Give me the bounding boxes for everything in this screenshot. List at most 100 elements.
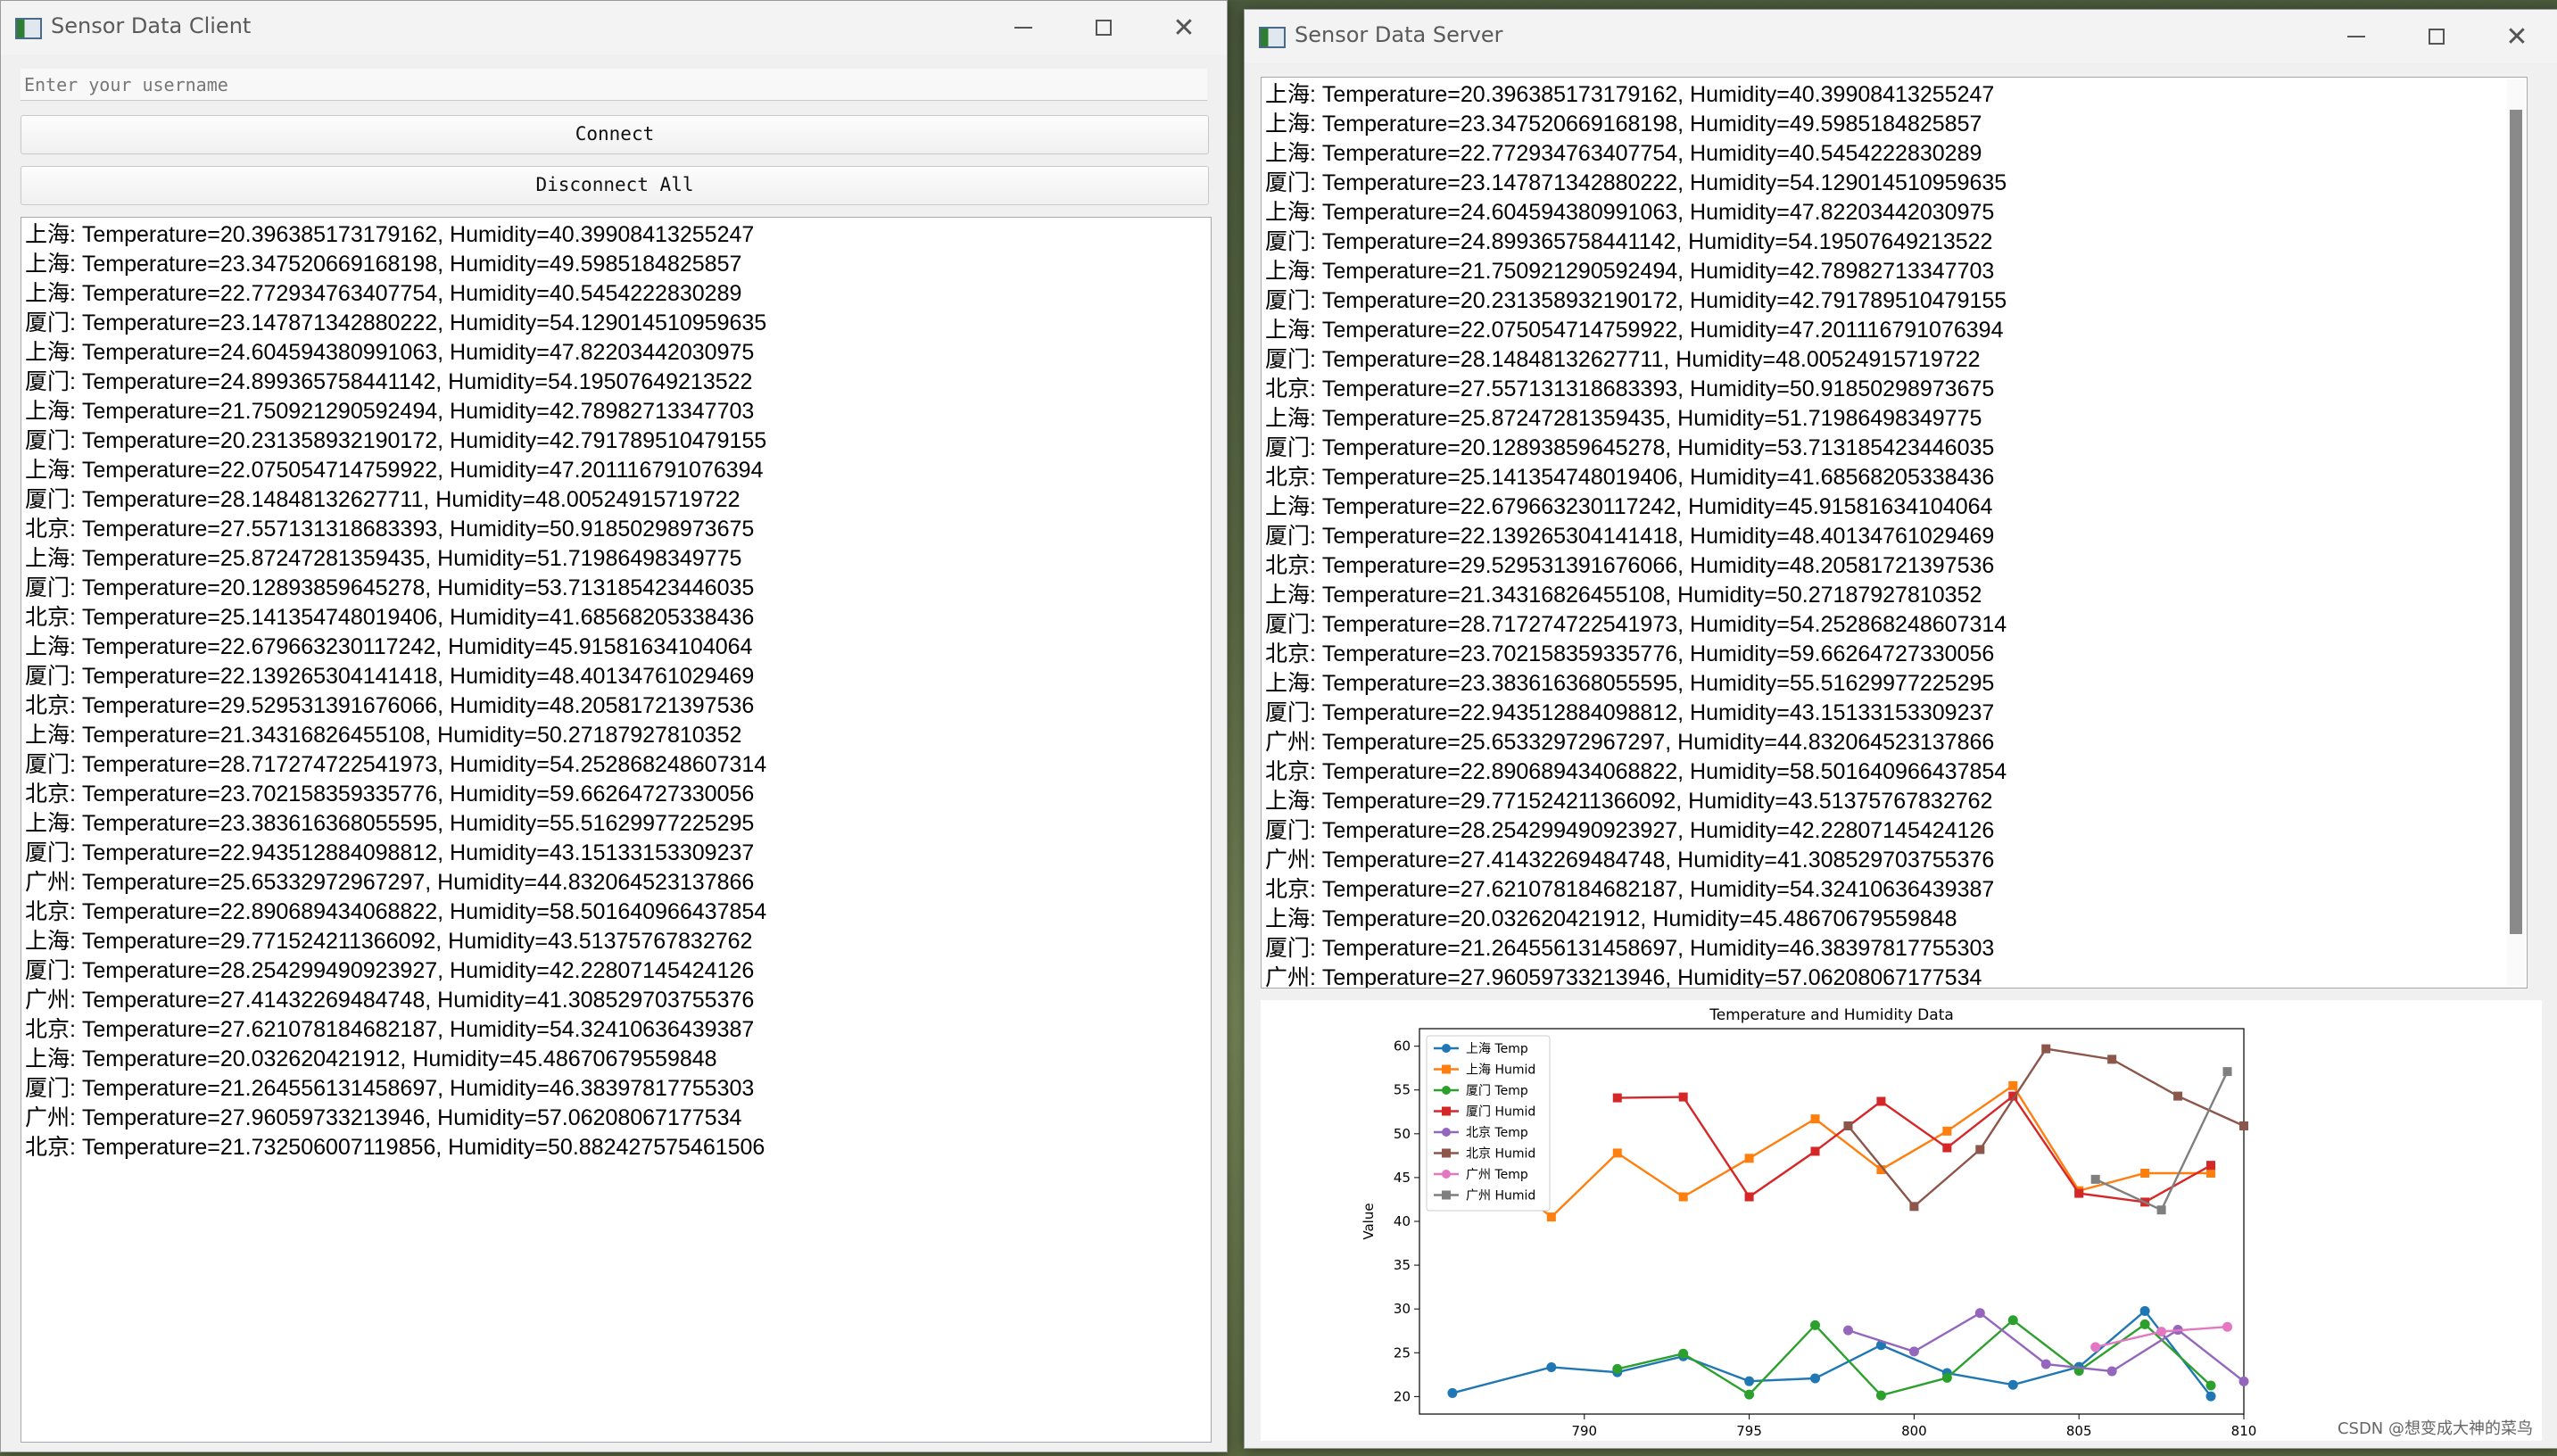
data-point bbox=[1612, 1148, 1622, 1158]
x-tick-label: 790 bbox=[1571, 1423, 1597, 1439]
legend-marker bbox=[1442, 1086, 1451, 1095]
x-tick-label: 805 bbox=[2066, 1423, 2092, 1439]
log-line: 上海: Temperature=22.075054714759922, Humi… bbox=[1265, 318, 2004, 343]
log-line: 北京: Temperature=23.702158359335776, Humi… bbox=[25, 782, 755, 807]
data-point bbox=[2239, 1121, 2248, 1130]
log-line: 北京: Temperature=29.529531391676066, Humi… bbox=[25, 693, 755, 718]
legend-label: 北京 Humid bbox=[1466, 1147, 1535, 1162]
log-line: 厦门: Temperature=28.14848132627711, Humid… bbox=[1265, 347, 1981, 372]
y-tick-label: 35 bbox=[1394, 1257, 1411, 1273]
data-point bbox=[2007, 1315, 2018, 1326]
data-point bbox=[1909, 1202, 1919, 1212]
log-line: 厦门: Temperature=22.943512884098812, Humi… bbox=[1265, 700, 1995, 725]
data-point bbox=[2206, 1169, 2216, 1178]
data-point bbox=[2238, 1376, 2249, 1386]
log-line: 北京: Temperature=25.141354748019406, Humi… bbox=[25, 605, 755, 630]
series-line bbox=[1848, 1311, 2245, 1383]
log-line: 上海: Temperature=21.750921290592494, Humi… bbox=[1265, 259, 1995, 284]
log-line: 上海: Temperature=20.396385173179162, Humi… bbox=[1265, 82, 1995, 107]
log-line: 上海: Temperature=23.347520669168198, Humi… bbox=[1265, 112, 1982, 136]
log-line: 北京: Temperature=22.890689434068822, Humi… bbox=[1265, 759, 2007, 784]
close-icon[interactable]: ✕ bbox=[2476, 10, 2557, 63]
client-titlebar[interactable]: Sensor Data Client ✕ bbox=[1, 1, 1227, 54]
log-line: 北京: Temperature=22.890689434068822, Humi… bbox=[25, 899, 767, 924]
log-line: 北京: Temperature=27.621078184682187, Humi… bbox=[25, 1017, 755, 1042]
log-line: 广州: Temperature=25.65332972967297, Humid… bbox=[25, 870, 755, 895]
data-point bbox=[1908, 1346, 1919, 1357]
data-point bbox=[2040, 1359, 2051, 1369]
data-point bbox=[1447, 1387, 1458, 1398]
client-window: Sensor Data Client ✕ Connect Disconnect … bbox=[0, 0, 1228, 1452]
app-icon bbox=[15, 18, 42, 39]
log-line: 上海: Temperature=22.772934763407754, Humi… bbox=[25, 281, 742, 306]
log-line: 上海: Temperature=22.075054714759922, Humi… bbox=[25, 458, 764, 483]
data-point bbox=[1678, 1192, 1688, 1202]
maximize-icon[interactable] bbox=[1063, 1, 1145, 54]
close-icon[interactable]: ✕ bbox=[1143, 1, 1225, 54]
log-line: 厦门: Temperature=28.717274722541973, Humi… bbox=[25, 752, 767, 777]
log-line: 北京: Temperature=27.557131318683393, Humi… bbox=[1265, 376, 1995, 401]
log-line: 北京: Temperature=25.141354748019406, Humi… bbox=[1265, 465, 1995, 490]
scrollbar-thumb[interactable] bbox=[2510, 110, 2522, 934]
minimize-icon[interactable] bbox=[982, 1, 1064, 54]
data-point bbox=[1744, 1154, 1754, 1163]
username-input[interactable] bbox=[21, 69, 1207, 101]
data-point bbox=[1546, 1361, 1557, 1372]
log-line: 北京: Temperature=27.557131318683393, Humi… bbox=[25, 517, 755, 542]
data-point bbox=[2139, 1319, 2150, 1329]
log-line: 上海: Temperature=25.87247281359435, Humid… bbox=[1265, 406, 1982, 431]
maximize-icon[interactable] bbox=[2396, 10, 2478, 63]
minimize-icon[interactable] bbox=[2315, 10, 2397, 63]
client-log-textarea[interactable]: 上海: Temperature=20.396385173179162, Humi… bbox=[21, 217, 1212, 1443]
data-point bbox=[1546, 1212, 1556, 1222]
server-window: Sensor Data Server ✕ 上海: Temperature=20.… bbox=[1244, 9, 2557, 1449]
log-line: 上海: Temperature=21.34316826455108, Humid… bbox=[25, 723, 742, 748]
data-point bbox=[2139, 1305, 2150, 1316]
legend-marker bbox=[1442, 1106, 1451, 1116]
client-window-title: Sensor Data Client bbox=[51, 13, 252, 38]
server-log-lines: 上海: Temperature=20.396385173179162, Humi… bbox=[1265, 80, 2523, 988]
log-line: 厦门: Temperature=20.231358932190172, Humi… bbox=[25, 428, 767, 453]
log-line: 上海: Temperature=21.750921290592494, Humi… bbox=[25, 399, 755, 424]
log-line: 上海: Temperature=22.679663230117242, Humi… bbox=[1265, 494, 1993, 519]
data-point bbox=[1876, 1096, 1886, 1106]
server-titlebar[interactable]: Sensor Data Server ✕ bbox=[1245, 10, 2557, 63]
server-log-textarea[interactable]: 上海: Temperature=20.396385173179162, Humi… bbox=[1261, 77, 2528, 989]
legend-label: 广州 Temp bbox=[1466, 1168, 1528, 1182]
data-point bbox=[1941, 1372, 1952, 1383]
connect-button[interactable]: Connect bbox=[21, 115, 1209, 154]
legend-marker bbox=[1442, 1128, 1451, 1137]
data-point bbox=[1810, 1146, 1820, 1156]
log-line: 上海: Temperature=24.604594380991063, Humi… bbox=[1265, 200, 1995, 225]
chart-title: Temperature and Humidity Data bbox=[1709, 1006, 1954, 1024]
disconnect-all-button[interactable]: Disconnect All bbox=[21, 166, 1209, 205]
log-line: 厦门: Temperature=20.12893859645278, Humid… bbox=[1265, 435, 1995, 460]
data-point bbox=[2107, 1055, 2117, 1064]
data-point bbox=[2008, 1080, 2018, 1090]
data-point bbox=[1842, 1325, 1853, 1336]
log-line: 上海: Temperature=23.347520669168198, Humi… bbox=[25, 252, 742, 277]
y-axis-label: Value bbox=[1361, 1203, 1377, 1239]
legend-label: 上海 Humid bbox=[1466, 1063, 1535, 1078]
data-point bbox=[1875, 1390, 1886, 1401]
data-point bbox=[1810, 1114, 1820, 1124]
log-line: 厦门: Temperature=23.147871342880222, Humi… bbox=[1265, 170, 2007, 195]
data-point bbox=[1612, 1093, 1622, 1103]
data-point bbox=[2041, 1044, 2051, 1054]
data-point bbox=[1612, 1363, 1623, 1374]
log-line: 厦门: Temperature=22.139265304141418, Humi… bbox=[25, 664, 755, 689]
data-point bbox=[2173, 1091, 2183, 1101]
log-line: 北京: Temperature=29.529531391676066, Humi… bbox=[1265, 553, 1995, 578]
log-line: 上海: Temperature=23.383616368055595, Humi… bbox=[25, 811, 755, 836]
vertical-scrollbar[interactable] bbox=[2507, 79, 2525, 986]
data-point bbox=[1744, 1192, 1754, 1202]
chart-svg: Temperature and Humidity DataTimeValue+1… bbox=[1361, 1006, 2256, 1439]
data-point bbox=[1678, 1092, 1688, 1102]
chart-canvas: Temperature and Humidity DataTimeValue+1… bbox=[1261, 1000, 2542, 1441]
data-point bbox=[1975, 1145, 1985, 1154]
series-line bbox=[2095, 1071, 2229, 1212]
x-tick-label: 800 bbox=[1901, 1423, 1927, 1439]
log-line: 厦门: Temperature=28.254299490923927, Humi… bbox=[25, 958, 755, 983]
log-line: 广州: Temperature=27.41432269484748, Humid… bbox=[25, 988, 755, 1013]
log-line: 上海: Temperature=21.34316826455108, Humid… bbox=[1265, 583, 1982, 608]
